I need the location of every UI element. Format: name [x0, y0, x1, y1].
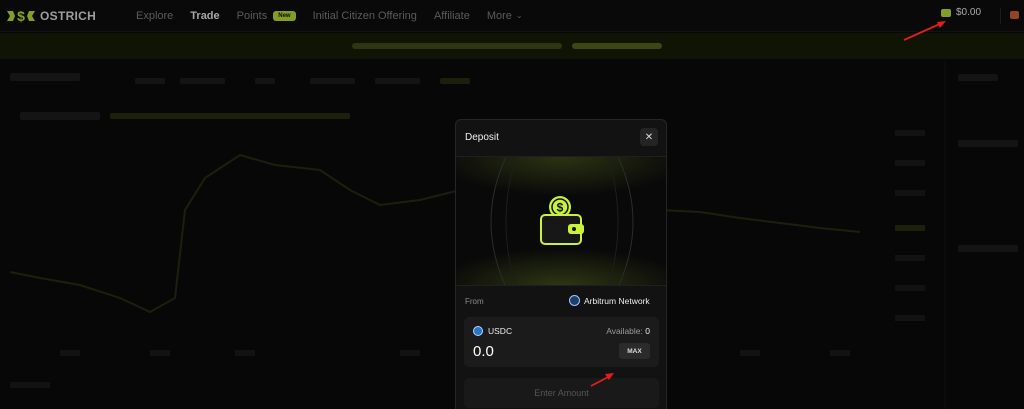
available-balance: Available: 0 [606, 326, 650, 336]
token-name: USDC [488, 326, 513, 336]
deposit-modal: Deposit ✕ $ From Arbitrum Network USDC A… [455, 119, 667, 409]
close-button[interactable]: ✕ [640, 128, 658, 146]
from-label: From [465, 297, 484, 306]
svg-text:$: $ [557, 201, 564, 215]
max-button[interactable]: MAX [619, 343, 650, 359]
modal-title: Deposit [465, 132, 499, 143]
amount-input[interactable]: 0.0 [473, 343, 494, 360]
token-selector[interactable]: USDC [473, 326, 512, 336]
available-value: 0 [645, 326, 650, 336]
app-root: $ OSTRICH Explore Trade Points New Initia… [0, 0, 1024, 409]
available-label: Available: [606, 326, 643, 336]
deposit-hero: $ [456, 156, 666, 286]
network-name: Arbitrum Network [584, 295, 650, 306]
network-selector[interactable]: Arbitrum Network [569, 295, 650, 306]
close-icon: ✕ [644, 131, 654, 143]
wallet-illustration: $ [456, 157, 666, 285]
usdc-icon [473, 326, 483, 336]
amount-input-card: USDC Available: 0 0.0 MAX [464, 317, 659, 367]
arbitrum-icon [569, 295, 580, 306]
annotation-arrow-wallet [903, 21, 946, 41]
enter-amount-button[interactable]: Enter Amount [464, 378, 659, 408]
annotation-arrow-enter-amount [590, 373, 614, 387]
